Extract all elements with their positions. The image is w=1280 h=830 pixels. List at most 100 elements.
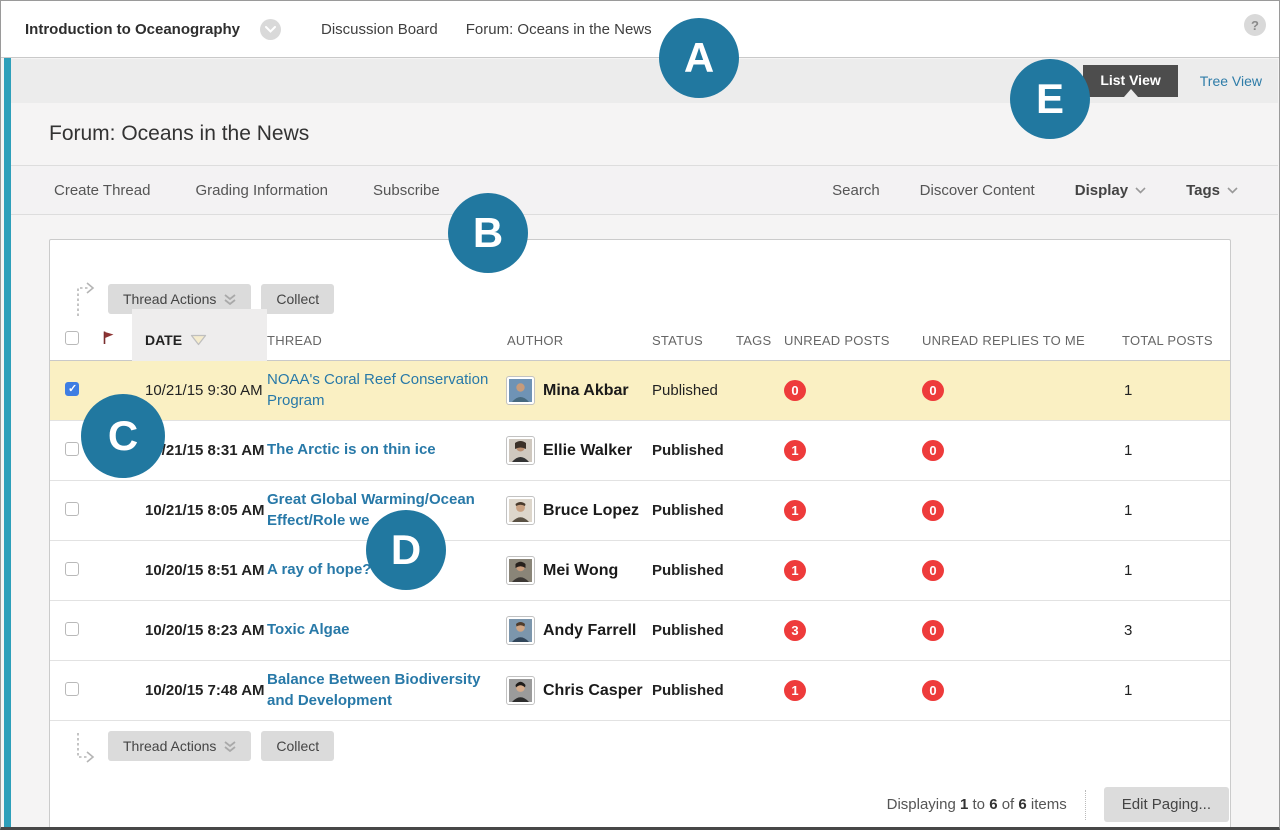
thread-title-line2: Program <box>267 392 325 409</box>
thread-title-line2: Effect/Role we <box>267 512 370 529</box>
thread-date: 10/20/15 8:51 AM <box>132 562 267 579</box>
row-checkbox[interactable] <box>65 502 79 516</box>
author-name: Mei Wong <box>543 562 618 580</box>
thread-date: 10/21/15 9:30 AM <box>132 382 267 399</box>
callout-b: B <box>448 193 528 273</box>
row-checkbox[interactable] <box>65 622 79 636</box>
thread-title-line1: Balance Between Biodiversity <box>267 671 480 688</box>
paging-to: to <box>973 796 986 813</box>
flag-icon <box>102 330 115 345</box>
author-name: Bruce Lopez <box>543 502 639 520</box>
tree-view-button[interactable]: Tree View <box>1200 73 1262 89</box>
list-view-button[interactable]: List View <box>1083 65 1177 97</box>
column-header-unread-posts[interactable]: UNREAD POSTS <box>784 333 922 348</box>
breadcrumb-current-forum: Forum: Oceans in the News <box>466 21 652 38</box>
table-row: 10/21/15 8:31 AM The Arctic is on thin i… <box>50 421 1230 481</box>
chevron-down-icon <box>265 26 276 33</box>
table-row: 10/20/15 7:48 AM Balance Between Biodive… <box>50 661 1230 721</box>
row-checkbox[interactable] <box>65 562 79 576</box>
select-all-checkbox[interactable] <box>65 331 79 345</box>
grading-information-button[interactable]: Grading Information <box>195 182 328 199</box>
row-checkbox[interactable] <box>65 382 79 396</box>
thread-actions-label: Thread Actions <box>123 291 216 307</box>
row-checkbox[interactable] <box>65 442 79 456</box>
paging-divider <box>1085 790 1086 820</box>
unread-posts-badge: 1 <box>784 500 806 521</box>
action-bar: Create Thread Grading Information Subscr… <box>11 165 1278 215</box>
search-button[interactable]: Search <box>832 182 880 199</box>
column-header-unread-replies[interactable]: UNREAD REPLIES TO ME <box>922 333 1122 348</box>
paging-prefix: Displaying <box>887 796 956 813</box>
thread-date: 10/21/15 8:05 AM <box>132 502 267 519</box>
display-menu-label: Display <box>1075 182 1128 199</box>
collect-label: Collect <box>276 738 319 754</box>
callout-e: E <box>1010 59 1090 139</box>
course-menu-button[interactable] <box>260 19 281 40</box>
thread-list-panel: Thread Actions Collect <box>49 239 1231 827</box>
total-posts: 1 <box>1122 562 1230 579</box>
paging-start: 1 <box>960 796 968 813</box>
column-header-total-posts[interactable]: TOTAL POSTS <box>1122 333 1230 348</box>
collect-button[interactable]: Collect <box>261 731 334 761</box>
thread-link[interactable]: Great Global Warming/Ocean Effect/Role we <box>267 490 475 531</box>
thread-title-line1: Great Global Warming/Ocean <box>267 491 475 508</box>
collect-label: Collect <box>276 291 319 307</box>
unread-replies-badge: 0 <box>922 560 944 581</box>
table-row: 10/20/15 8:23 AM Toxic Algae Andy Farrel… <box>50 601 1230 661</box>
column-header-author[interactable]: AUTHOR <box>507 333 652 348</box>
column-header-tags[interactable]: TAGS <box>736 333 784 348</box>
table-row: 10/20/15 8:51 AM A ray of hope? Mei Wong… <box>50 541 1230 601</box>
thread-title-line1: NOAA's Coral Reef Conservation <box>267 371 488 388</box>
column-header-status[interactable]: STATUS <box>652 333 736 348</box>
total-posts: 1 <box>1122 682 1230 699</box>
collect-button[interactable]: Collect <box>261 284 334 314</box>
unread-replies-badge: 0 <box>922 620 944 641</box>
unread-posts-badge: 1 <box>784 440 806 461</box>
unread-posts-badge: 1 <box>784 680 806 701</box>
main-content: Thread Actions Collect <box>11 215 1278 827</box>
row-checkbox[interactable] <box>65 682 79 696</box>
avatar <box>507 437 534 464</box>
thread-link[interactable]: NOAA's Coral Reef Conservation Program <box>267 370 488 411</box>
column-header-date[interactable]: DATE <box>132 319 267 361</box>
double-chevron-down-icon <box>224 294 236 305</box>
thread-title-line2: and Development <box>267 692 392 709</box>
date-header-label: DATE <box>145 332 182 348</box>
chevron-down-icon <box>1135 187 1146 194</box>
thread-link[interactable]: The Arctic is on thin ice <box>267 440 436 460</box>
title-area: Forum: Oceans in the News <box>11 103 1278 165</box>
subscribe-button[interactable]: Subscribe <box>373 182 440 199</box>
bulk-actions-bottom: Thread Actions Collect <box>50 721 1230 761</box>
tags-menu-button[interactable]: Tags <box>1186 182 1238 199</box>
callout-a: A <box>659 18 739 98</box>
help-icon[interactable]: ? <box>1244 14 1266 36</box>
thread-date: 10/20/15 8:23 AM <box>132 622 267 639</box>
avatar <box>507 557 534 584</box>
paging-end: 6 <box>989 796 997 813</box>
thread-link[interactable]: Balance Between Biodiversity and Developm… <box>267 670 480 711</box>
total-posts: 1 <box>1122 442 1230 459</box>
create-thread-button[interactable]: Create Thread <box>54 182 150 199</box>
paging-status-text: Displaying 1 to 6 of 6 items <box>887 796 1067 813</box>
display-menu-button[interactable]: Display <box>1075 182 1146 199</box>
breadcrumb-course-name[interactable]: Introduction to Oceanography <box>25 21 240 38</box>
table-row: 10/21/15 9:30 AM NOAA's Coral Reef Conse… <box>50 361 1230 421</box>
thread-status: Published <box>652 382 736 399</box>
thread-link[interactable]: A ray of hope? <box>267 560 371 580</box>
total-posts: 1 <box>1122 502 1230 519</box>
column-header-thread[interactable]: THREAD <box>267 333 507 348</box>
thread-actions-button[interactable]: Thread Actions <box>108 731 251 761</box>
discover-content-button[interactable]: Discover Content <box>920 182 1035 199</box>
pagination-bar: Displaying 1 to 6 of 6 items Edit Paging… <box>50 787 1230 822</box>
paging-total: 6 <box>1018 796 1026 813</box>
thread-status: Published <box>652 682 736 699</box>
course-accent-bar <box>4 58 11 827</box>
author-name: Ellie Walker <box>543 442 632 460</box>
breadcrumb-discussion-board[interactable]: Discussion Board <box>321 21 438 38</box>
author-name: Andy Farrell <box>543 622 636 640</box>
thread-link[interactable]: Toxic Algae <box>267 620 350 640</box>
table-row: 10/21/15 8:05 AM Great Global Warming/Oc… <box>50 481 1230 541</box>
thread-status: Published <box>652 622 736 639</box>
page-title: Forum: Oceans in the News <box>49 122 309 146</box>
edit-paging-button[interactable]: Edit Paging... <box>1104 787 1229 822</box>
